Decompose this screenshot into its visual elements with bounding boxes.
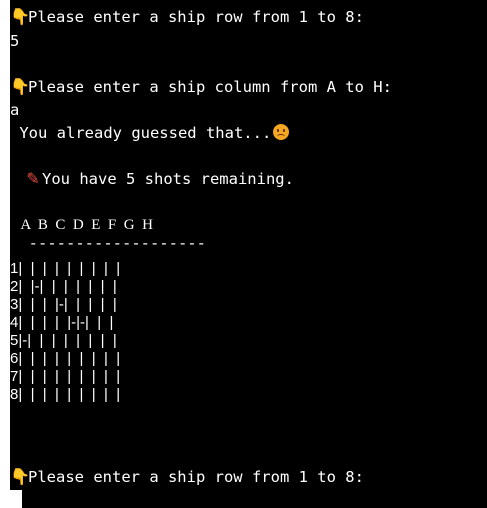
frowning-face-icon — [273, 124, 290, 140]
row-prompt-line: 👇Please enter a ship row from 1 to 8: — [10, 7, 364, 27]
row-answer: 5 — [10, 32, 20, 50]
col-answer: a — [10, 101, 20, 119]
board-separator: ------------------- — [10, 234, 206, 252]
terminal-window: 👇Please enter a ship row from 1 to 8: 5 … — [10, 0, 487, 490]
col-prompt-text: Please enter a ship column from A to H: — [28, 78, 392, 96]
row-prompt-again-line: 👇Please enter a ship row from 1 to 8: — [10, 467, 364, 487]
pointing-hand-icon: 👇 — [10, 467, 30, 486]
crayon-icon: ✎ — [26, 169, 40, 188]
already-guessed-line: You already guessed that... — [10, 124, 290, 142]
board-row: 8| | | | | | | | | — [10, 386, 121, 403]
board-row: 7| | | | | | | | | — [10, 368, 121, 385]
game-board: A B C D E F G H ------------------- 1| |… — [10, 216, 206, 404]
board-row: 2| |-| | | | | | | — [10, 278, 117, 295]
shots-remaining-text: You have 5 shots remaining. — [42, 170, 294, 188]
col-prompt-line: 👇Please enter a ship column from A to H: — [10, 77, 392, 97]
shots-remaining-line: ✎ You have 5 shots remaining. — [10, 169, 294, 189]
terminal-bottom-strip — [22, 490, 487, 508]
board-row: 1| | | | | | | | | — [10, 260, 121, 277]
row-prompt-again-text: Please enter a ship row from 1 to 8: — [28, 468, 364, 486]
board-row: 3| | | |-| | | | | — [10, 296, 117, 313]
board-column-header: A B C D E F G H — [10, 217, 153, 233]
board-row: 4| | | | |-|-| | | — [10, 314, 114, 331]
board-row: 5|-| | | | | | | | — [10, 332, 117, 349]
pointing-hand-icon: 👇 — [10, 77, 30, 96]
already-guessed-text: You already guessed that... — [10, 124, 272, 142]
pointing-hand-icon: 👇 — [10, 7, 30, 26]
row-prompt-text: Please enter a ship row from 1 to 8: — [28, 8, 364, 26]
board-row: 6| | | | | | | | | — [10, 350, 121, 367]
